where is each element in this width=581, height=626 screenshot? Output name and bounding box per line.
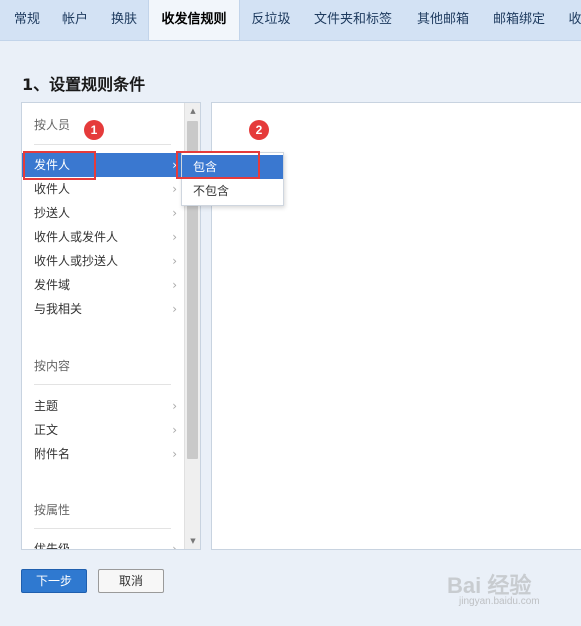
condition-label: 收件人	[34, 182, 71, 196]
scroll-up-arrow-icon[interactable]: ▲	[185, 104, 200, 118]
scroll-down-arrow-icon[interactable]: ▼	[185, 534, 200, 548]
condition-attachment-name[interactable]: 附件名 ›	[22, 442, 183, 466]
annotation-highlight-box-1	[23, 151, 96, 180]
cancel-button[interactable]: 取消	[98, 569, 164, 593]
tab-mailbox-binding[interactable]: 邮箱绑定	[482, 0, 556, 40]
condition-label: 附件名	[34, 447, 71, 461]
condition-recipient[interactable]: 收件人 ›	[22, 177, 183, 201]
tab-truncated[interactable]: 收	[560, 0, 581, 40]
chevron-right-icon: ›	[172, 182, 177, 196]
condition-priority[interactable]: 优先级 ›	[22, 537, 183, 550]
tab-skin[interactable]: 换肤	[100, 0, 148, 40]
watermark-url: jingyan.baidu.com	[459, 596, 540, 607]
condition-label: 抄送人	[34, 206, 71, 220]
condition-sender-domain[interactable]: 发件域 ›	[22, 273, 183, 297]
submenu-label: 不包含	[193, 184, 230, 198]
baidu-jingyan-watermark: Bai 经验 jingyan.baidu.com	[447, 568, 557, 620]
next-step-button[interactable]: 下一步	[21, 569, 87, 593]
chevron-right-icon: ›	[172, 278, 177, 292]
condition-related-to-me[interactable]: 与我相关 ›	[22, 297, 183, 321]
annotation-badge-1: 1	[84, 120, 104, 140]
annotation-badge-2: 2	[249, 120, 269, 140]
chevron-right-icon: ›	[172, 230, 177, 244]
chevron-right-icon: ›	[172, 206, 177, 220]
condition-label: 与我相关	[34, 302, 83, 316]
submenu-item-not-contains[interactable]: 不包含	[182, 179, 283, 203]
condition-cc[interactable]: 抄送人 ›	[22, 201, 183, 225]
group-divider	[34, 144, 171, 145]
group-title-people: 按人员	[34, 118, 71, 132]
condition-body[interactable]: 正文 ›	[22, 418, 183, 442]
tab-general[interactable]: 常规	[4, 0, 50, 40]
tab-account[interactable]: 帐户	[52, 0, 98, 40]
condition-label: 优先级	[34, 542, 71, 550]
chevron-right-icon: ›	[172, 423, 177, 437]
tab-other-mailbox[interactable]: 其他邮箱	[406, 0, 480, 40]
section-title: 1、设置规则条件	[22, 75, 146, 94]
condition-label: 发件域	[34, 278, 71, 292]
group-divider	[34, 384, 171, 385]
condition-recipient-or-cc[interactable]: 收件人或抄送人 ›	[22, 249, 183, 273]
annotation-highlight-box-2	[176, 151, 260, 179]
chevron-right-icon: ›	[172, 447, 177, 461]
tab-folders-labels[interactable]: 文件夹和标签	[302, 0, 404, 40]
condition-label: 收件人或发件人	[34, 230, 119, 244]
group-divider	[34, 528, 171, 529]
chevron-right-icon: ›	[172, 302, 177, 316]
condition-label: 主题	[34, 399, 59, 413]
tab-mail-rules[interactable]: 收发信规则	[148, 0, 240, 40]
chevron-right-icon: ›	[172, 254, 177, 268]
condition-label: 收件人或抄送人	[34, 254, 119, 268]
group-title-content: 按内容	[34, 359, 71, 373]
condition-label: 正文	[34, 423, 59, 437]
chevron-right-icon: ›	[172, 542, 177, 550]
settings-tab-bar: 常规 帐户 换肤 收发信规则 反垃圾 文件夹和标签 其他邮箱 邮箱绑定 收	[0, 0, 581, 41]
group-title-attributes: 按属性	[34, 503, 71, 517]
condition-recipient-or-sender[interactable]: 收件人或发件人 ›	[22, 225, 183, 249]
chevron-right-icon: ›	[172, 399, 177, 413]
condition-subject[interactable]: 主题 ›	[22, 394, 183, 418]
tab-anti-spam[interactable]: 反垃圾	[242, 0, 300, 40]
